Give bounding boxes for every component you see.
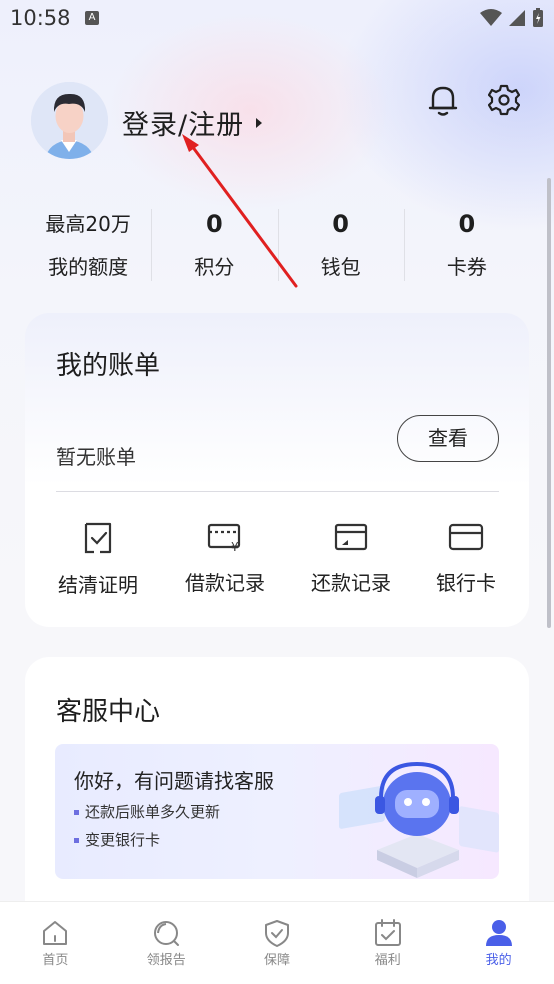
stat-label: 卡券 <box>446 255 487 279</box>
stat-label: 钱包 <box>320 255 361 279</box>
loan-record-button[interactable]: ¥ 借款记录 <box>170 521 280 596</box>
stat-value: 0 <box>332 210 349 238</box>
avatar-illustration-icon <box>31 82 108 159</box>
stat-value: 最高20万 <box>45 212 131 236</box>
status-time: 10:58 <box>10 6 71 30</box>
calendar-icon <box>374 919 401 946</box>
bank-card-button[interactable]: 银行卡 <box>411 521 521 596</box>
tab-benefits[interactable]: 福利 <box>332 902 443 984</box>
home-icon <box>43 921 68 945</box>
stat-value: 0 <box>458 210 476 238</box>
tab-mine[interactable]: 我的 <box>443 902 554 984</box>
report-icon <box>154 921 180 946</box>
stat-value: 0 <box>206 210 223 238</box>
stat-points[interactable]: 0 积分 <box>151 205 277 285</box>
quick-action-label: 银行卡 <box>436 571 496 595</box>
faq-item[interactable]: 变更银行卡 <box>74 829 160 850</box>
signal-icon <box>509 10 525 26</box>
service-banner[interactable]: 你好，有问题请找客服 还款后账单多久更新 变更银行卡 <box>55 744 499 879</box>
status-icons <box>480 8 544 28</box>
quick-action-label: 借款记录 <box>185 571 265 595</box>
bank-card-icon <box>448 523 484 551</box>
quick-action-label: 结清证明 <box>58 573 138 597</box>
notification-icon: A <box>85 11 99 25</box>
wifi-icon <box>480 9 502 26</box>
tab-home[interactable]: 首页 <box>0 902 111 984</box>
view-bill-button[interactable]: 查看 <box>397 415 499 462</box>
tab-protection[interactable]: 保障 <box>222 902 333 984</box>
bill-card: 我的账单 暂无账单 查看 结清证明 ¥ 借款记录 还款记录 银行卡 <box>25 313 529 627</box>
tab-label: 我的 <box>485 953 512 968</box>
battery-icon <box>533 8 543 27</box>
stat-label: 我的额度 <box>48 255 129 279</box>
bottom-tab-bar: 首页 领报告 保障 福利 我的 <box>0 901 554 984</box>
banner-title: 你好，有问题请找客服 <box>74 769 274 793</box>
stat-coupons[interactable]: 0 卡券 <box>403 205 530 285</box>
user-icon <box>485 920 512 946</box>
quick-action-label: 还款记录 <box>311 571 391 595</box>
tab-label: 首页 <box>42 953 69 968</box>
bell-icon[interactable] <box>428 84 458 116</box>
repayment-record-button[interactable]: 还款记录 <box>296 521 406 596</box>
stat-wallet[interactable]: 0 钱包 <box>277 205 404 285</box>
bill-title: 我的账单 <box>56 351 161 381</box>
tab-label: 领报告 <box>146 953 186 968</box>
certificate-icon <box>84 522 112 554</box>
service-title: 客服中心 <box>56 697 161 727</box>
settlement-certificate-button[interactable]: 结清证明 <box>43 521 153 598</box>
stat-quota[interactable]: 最高20万 我的额度 <box>25 205 151 285</box>
robot-mascot-icon <box>339 761 499 878</box>
caret-right-icon[interactable] <box>255 117 263 129</box>
login-register-link[interactable]: 登录/注册 <box>122 103 244 142</box>
shield-icon <box>264 920 289 947</box>
faq-item[interactable]: 还款后账单多久更新 <box>74 801 220 822</box>
svg-text:¥: ¥ <box>231 540 239 553</box>
tab-label: 保障 <box>263 953 290 968</box>
gear-icon[interactable] <box>488 84 520 116</box>
bill-empty-text: 暂无账单 <box>56 445 136 469</box>
status-bar: 10:58 A <box>0 0 554 38</box>
scrollbar[interactable] <box>547 178 551 628</box>
stat-label: 积分 <box>194 255 235 279</box>
stats-row: 最高20万 我的额度 0 积分 0 钱包 0 卡券 <box>25 205 530 285</box>
divider <box>56 491 499 492</box>
loan-record-icon: ¥ <box>207 523 241 553</box>
tab-label: 福利 <box>374 953 401 968</box>
avatar[interactable] <box>31 82 108 159</box>
tab-report[interactable]: 领报告 <box>111 902 222 984</box>
repayment-record-icon <box>334 523 368 551</box>
